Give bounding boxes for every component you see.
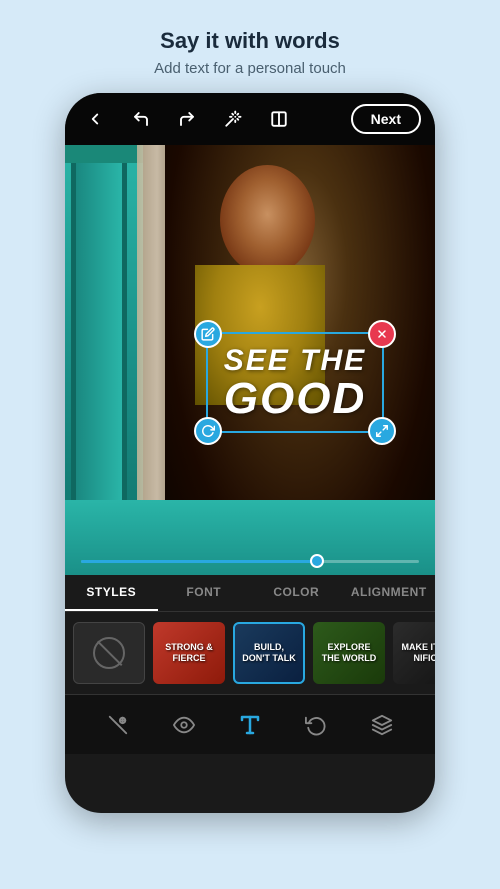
style-thumb-build-label: BUILD,DON'T TALK	[238, 638, 299, 668]
slider-thumb[interactable]	[310, 554, 324, 568]
tab-row: STYLES FONT COLOR ALIGNMENT	[65, 575, 435, 612]
history-button[interactable]	[296, 705, 336, 745]
text-overlay-container[interactable]: SEE THE GOOD	[165, 285, 425, 480]
style-thumb-explore-label: EXPLORETHE WORLD	[318, 638, 381, 668]
wand-button[interactable]	[98, 705, 138, 745]
person-face	[220, 165, 315, 275]
undo-button[interactable]	[125, 103, 157, 135]
style-thumb-make-label: MAKE IT SIGNIFIC...	[397, 638, 435, 668]
back-button[interactable]	[79, 103, 111, 135]
style-thumb-build[interactable]: BUILD,DON'T TALK	[233, 622, 305, 684]
top-bar-right: Next	[351, 104, 421, 134]
text-button[interactable]	[230, 705, 270, 745]
page-subtitle: Add text for a personal touch	[154, 60, 346, 77]
redo-button[interactable]	[171, 103, 203, 135]
text-selection-box[interactable]: SEE THE GOOD	[206, 332, 384, 433]
tab-font[interactable]: FONT	[158, 575, 251, 611]
style-thumb-make[interactable]: MAKE IT SIGNIFIC...	[393, 622, 435, 684]
tab-styles[interactable]: STYLES	[65, 575, 158, 611]
top-bar-left	[79, 103, 295, 135]
close-handle[interactable]	[368, 320, 396, 348]
styles-tabs: STYLES FONT COLOR ALIGNMENT STRONG &FIER…	[65, 575, 435, 694]
text-line-2: GOOD	[224, 377, 366, 421]
canvas-background: SEE THE GOOD	[65, 145, 435, 575]
style-thumb-strong-label: STRONG &FIERCE	[161, 638, 217, 668]
scale-handle[interactable]	[368, 417, 396, 445]
edit-handle[interactable]	[194, 320, 222, 348]
next-button[interactable]: Next	[351, 104, 421, 134]
top-bar: Next	[65, 93, 435, 145]
canvas-area: SEE THE GOOD	[65, 145, 435, 575]
page-title: Say it with words	[154, 28, 346, 54]
page-header: Say it with words Add text for a persona…	[134, 0, 366, 93]
style-thumb-none[interactable]	[73, 622, 145, 684]
layers-button[interactable]	[362, 705, 402, 745]
style-thumb-explore[interactable]: EXPLORETHE WORLD	[313, 622, 385, 684]
slider-track	[81, 560, 419, 563]
teal-top-beam	[65, 145, 143, 163]
rotate-handle[interactable]	[194, 417, 222, 445]
tab-color[interactable]: COLOR	[250, 575, 343, 611]
slider-fill	[81, 560, 324, 563]
no-style-icon	[93, 637, 125, 669]
tab-alignment[interactable]: ALIGNMENT	[343, 575, 436, 611]
style-thumb-strong[interactable]: STRONG &FIERCE	[153, 622, 225, 684]
compare-button[interactable]	[263, 103, 295, 135]
slider-container[interactable]	[81, 551, 419, 571]
style-thumbnails-row: STRONG &FIERCE BUILD,DON'T TALK EXPLORET…	[65, 612, 435, 694]
magic-button[interactable]	[217, 103, 249, 135]
phone-shell: Next	[65, 93, 435, 813]
text-line-1: SEE THE	[224, 344, 366, 377]
bottom-toolbar	[65, 694, 435, 754]
eye-button[interactable]	[164, 705, 204, 745]
